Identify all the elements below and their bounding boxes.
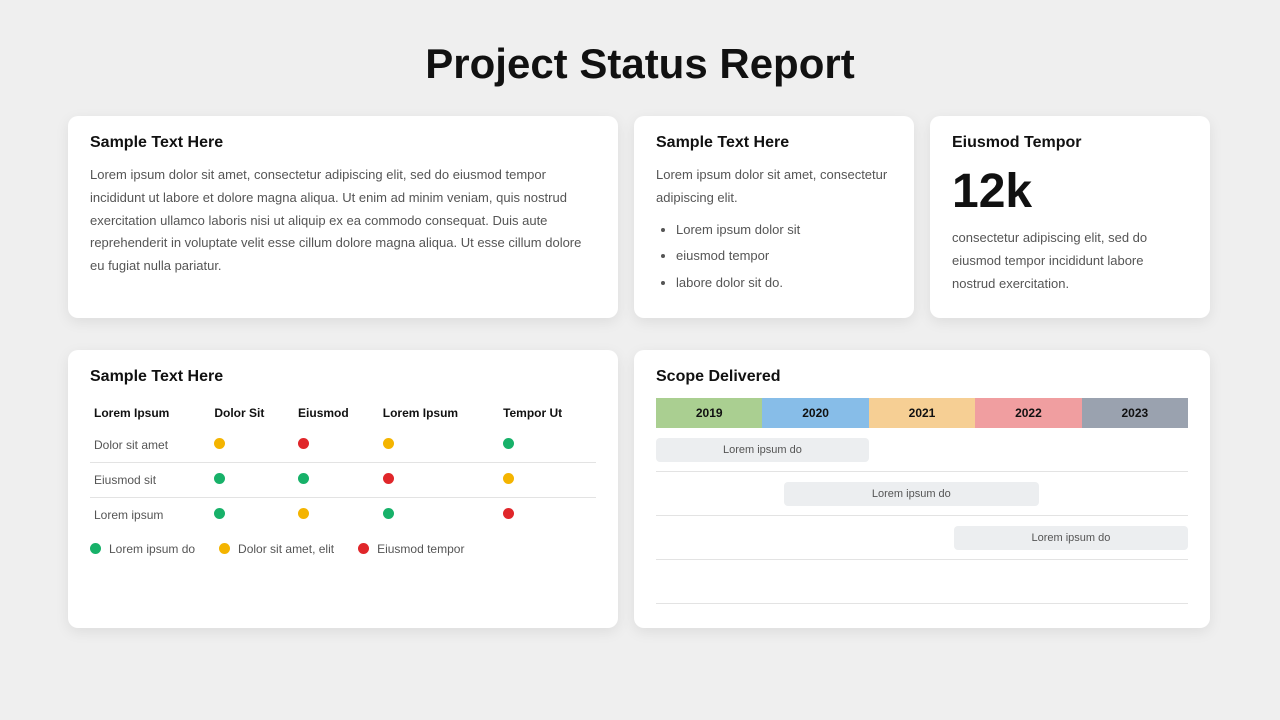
card-metric: Eiusmod Tempor 12k consectetur adipiscin… — [930, 116, 1210, 318]
row-label: Lorem ipsum — [90, 497, 210, 532]
status-dot-icon — [298, 508, 309, 519]
card-list: Sample Text Here Lorem ipsum dolor sit a… — [634, 116, 914, 318]
list-item: Lorem ipsum dolor sit — [676, 220, 892, 241]
status-cell — [499, 462, 596, 497]
col-header: Dolor Sit — [210, 398, 294, 428]
gantt-bar: Lorem ipsum do — [656, 438, 869, 462]
status-dot-icon — [214, 508, 225, 519]
legend-dot-icon — [219, 543, 230, 554]
row-label: Eiusmod sit — [90, 462, 210, 497]
status-cell — [210, 428, 294, 463]
status-dot-icon — [383, 473, 394, 484]
list-item: labore dolor sit do. — [676, 273, 892, 294]
status-cell — [379, 462, 499, 497]
card-list-lead: Lorem ipsum dolor sit amet, consectetur … — [656, 164, 892, 210]
legend-item: Eiusmod tempor — [358, 542, 464, 556]
legend-dot-icon — [90, 543, 101, 554]
table-row: Lorem ipsum — [90, 497, 596, 532]
legend-label: Lorem ipsum do — [109, 542, 195, 556]
status-title: Sample Text Here — [90, 368, 596, 386]
col-header: Lorem Ipsum — [379, 398, 499, 428]
status-cell — [379, 497, 499, 532]
card-summary: Sample Text Here Lorem ipsum dolor sit a… — [68, 116, 618, 318]
scope-year: 2022 — [975, 398, 1081, 428]
status-cell — [294, 462, 379, 497]
scope-year: 2020 — [762, 398, 868, 428]
scope-title: Scope Delivered — [656, 368, 1188, 386]
status-cell — [294, 428, 379, 463]
metric-value: 12k — [952, 164, 1188, 219]
col-header: Lorem Ipsum — [90, 398, 210, 428]
status-dot-icon — [298, 473, 309, 484]
col-header: Tempor Ut — [499, 398, 596, 428]
card-metric-body: consectetur adipiscing elit, sed do eius… — [952, 227, 1188, 295]
card-status-table: Sample Text Here Lorem Ipsum Dolor Sit E… — [68, 350, 618, 628]
gantt-bar: Lorem ipsum do — [954, 526, 1188, 550]
card-summary-body: Lorem ipsum dolor sit amet, consectetur … — [90, 164, 596, 278]
status-dot-icon — [214, 473, 225, 484]
card-list-title: Sample Text Here — [656, 134, 892, 152]
status-dot-icon — [383, 438, 394, 449]
status-cell — [210, 462, 294, 497]
legend-item: Lorem ipsum do — [90, 542, 195, 556]
status-dot-icon — [383, 508, 394, 519]
card-scope: Scope Delivered 2019 2020 2021 2022 2023… — [634, 350, 1210, 628]
legend-label: Dolor sit amet, elit — [238, 542, 334, 556]
status-cell — [499, 497, 596, 532]
status-cell — [499, 428, 596, 463]
scope-year: 2023 — [1082, 398, 1188, 428]
table-row: Dolor sit amet — [90, 428, 596, 463]
scope-year: 2021 — [869, 398, 975, 428]
status-dot-icon — [503, 508, 514, 519]
status-cell — [210, 497, 294, 532]
page-title: Project Status Report — [0, 0, 1280, 116]
status-cell — [294, 497, 379, 532]
legend-dot-icon — [358, 543, 369, 554]
legend-label: Eiusmod tempor — [377, 542, 464, 556]
status-cell — [379, 428, 499, 463]
scope-year: 2019 — [656, 398, 762, 428]
table-row: Eiusmod sit — [90, 462, 596, 497]
card-summary-title: Sample Text Here — [90, 134, 596, 152]
status-dot-icon — [503, 473, 514, 484]
gantt-bar: Lorem ipsum do — [784, 482, 1039, 506]
col-header: Eiusmod — [294, 398, 379, 428]
list-item: eiusmod tempor — [676, 246, 892, 267]
status-dot-icon — [214, 438, 225, 449]
status-dot-icon — [298, 438, 309, 449]
row-label: Dolor sit amet — [90, 428, 210, 463]
status-dot-icon — [503, 438, 514, 449]
legend-item: Dolor sit amet, elit — [219, 542, 334, 556]
card-metric-title: Eiusmod Tempor — [952, 134, 1188, 152]
